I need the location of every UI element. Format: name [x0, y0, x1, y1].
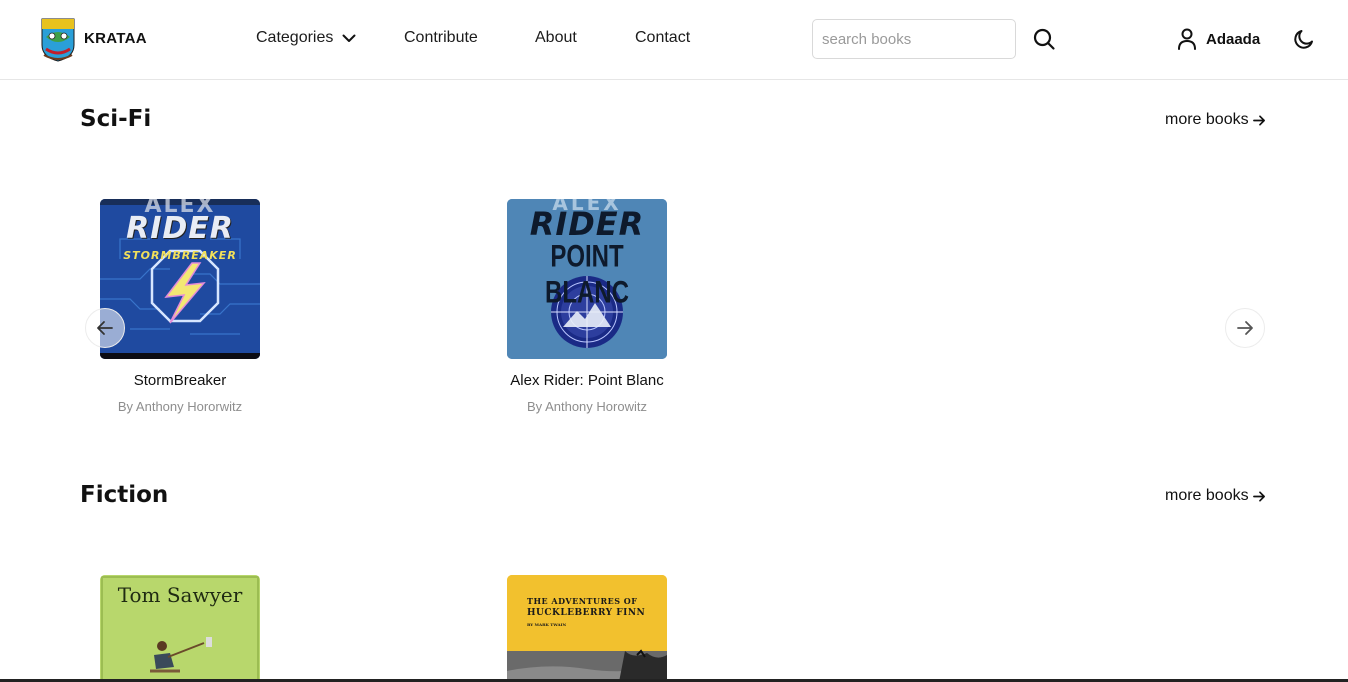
- brand-name[interactable]: KRATAA: [84, 30, 147, 47]
- user-icon: [1178, 28, 1196, 50]
- carousel-prev-button[interactable]: [85, 308, 125, 348]
- section-title-fiction: Fiction: [80, 482, 169, 508]
- user-menu[interactable]: Adaada: [1176, 27, 1260, 51]
- book-author: By Anthony Horowitz: [527, 399, 647, 414]
- book-author: By Anthony Hororwitz: [117, 399, 243, 414]
- cover-line: The Adventures of: [527, 596, 638, 606]
- cover-line: Huckleberry Finn: [527, 608, 646, 618]
- krataa-logo[interactable]: [40, 17, 76, 63]
- more-books-link-scifi[interactable]: more books: [1165, 111, 1266, 129]
- book-cover-stormbreaker[interactable]: ALEX RIDER STORMBREAKER: [100, 199, 260, 359]
- book-cover-huckleberry-finn[interactable]: The Adventures of Huckleberry Finn By Ma…: [507, 575, 667, 682]
- more-books-label: more books: [1165, 111, 1249, 128]
- nav-categories-label: Categories: [256, 29, 334, 46]
- cover-line: Tom Sawyer: [117, 583, 243, 607]
- search-icon[interactable]: [1032, 27, 1056, 51]
- user-name: Adaada: [1206, 30, 1261, 48]
- cover-line: POINT BLANC: [545, 239, 629, 311]
- arrow-left-icon: [97, 321, 113, 335]
- cover-line: RIDER: [126, 211, 234, 246]
- nav-about[interactable]: About: [535, 29, 577, 47]
- book-cover-point-blanc[interactable]: ALEX RIDER POINT BLANC: [507, 199, 667, 359]
- carousel-next-button[interactable]: [1225, 308, 1265, 348]
- cover-line: STORMBREAKER: [123, 249, 237, 262]
- nav-contact[interactable]: Contact: [635, 29, 690, 47]
- search-input[interactable]: [812, 19, 1016, 59]
- section-title-scifi: Sci-Fi: [80, 106, 152, 132]
- nav-categories[interactable]: Categories: [256, 29, 357, 47]
- huckleberry-finn-cover-art: [507, 575, 667, 682]
- arrow-right-icon: [1252, 114, 1265, 126]
- nav-contribute[interactable]: Contribute: [404, 29, 478, 47]
- book-title[interactable]: StormBreaker: [60, 372, 300, 389]
- arrow-right-icon: [1237, 321, 1253, 335]
- moon-icon[interactable]: [1292, 27, 1316, 51]
- chevron-down-icon: [342, 34, 356, 42]
- top-nav-bar: KRATAA Categories Contribute About Conta…: [0, 0, 1348, 80]
- cover-line: RIDER: [529, 205, 645, 243]
- more-books-label: more books: [1165, 487, 1249, 504]
- book-title[interactable]: Alex Rider: Point Blanc: [467, 372, 707, 389]
- book-cover-tom-sawyer[interactable]: Tom Sawyer: [100, 575, 260, 682]
- more-books-link-fiction[interactable]: more books: [1165, 487, 1266, 505]
- cover-line: By Mark Twain: [527, 622, 567, 627]
- arrow-right-icon: [1252, 490, 1265, 502]
